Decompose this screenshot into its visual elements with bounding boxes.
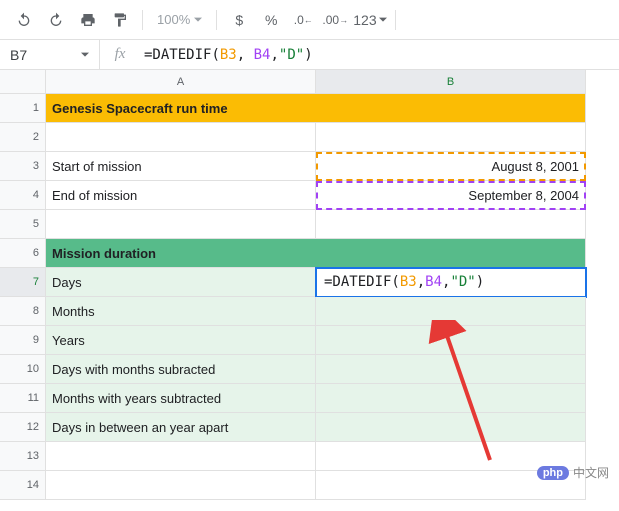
row-header[interactable]: 12 [0,413,46,442]
watermark: php 中文网 [537,464,609,481]
cell-A4[interactable]: End of mission [46,181,316,210]
name-box[interactable]: B7 [0,40,100,69]
row-header[interactable]: 1 [0,94,46,123]
toolbar-divider [395,10,396,30]
toolbar-divider [142,10,143,30]
zoom-dropdown[interactable]: 100% [151,12,208,27]
fx-icon: fx [100,46,140,63]
cell-B3[interactable]: August 8, 2001 [316,152,586,181]
cell-A7[interactable]: Days [46,268,316,297]
cell-B5[interactable] [316,210,586,239]
cell-A13[interactable] [46,442,316,471]
row-header[interactable]: 11 [0,384,46,413]
row-header[interactable]: 2 [0,123,46,152]
decrease-decimal-button[interactable]: .0← [289,6,317,34]
chevron-down-icon [379,16,387,24]
zoom-value: 100% [157,12,190,27]
chevron-down-icon [81,51,89,59]
paint-format-button[interactable] [106,6,134,34]
cell-B2[interactable] [316,123,586,152]
cell-A8[interactable]: Months [46,297,316,326]
cell-B12[interactable] [316,413,586,442]
cell-A6[interactable]: Mission duration [46,239,586,268]
col-header-B[interactable]: B [316,70,586,94]
undo-button[interactable] [10,6,38,34]
cell-B11[interactable] [316,384,586,413]
row-header[interactable]: 5 [0,210,46,239]
cell-A3[interactable]: Start of mission [46,152,316,181]
cell-B7[interactable]: ? =DATEDIF(B3, B4,"D") [316,268,586,297]
row-header[interactable]: 7 [0,268,46,297]
active-cell-ref: B7 [10,47,27,63]
row-header[interactable]: 8 [0,297,46,326]
row-header[interactable]: 14 [0,471,46,500]
row-header[interactable]: 13 [0,442,46,471]
formula-bar: B7 fx =DATEDIF(B3, B4,"D") [0,40,619,70]
row-header[interactable]: 3 [0,152,46,181]
cell-A14[interactable] [46,471,316,500]
cell-B8[interactable] [316,297,586,326]
cell-B4[interactable]: September 8, 2004 [316,181,586,210]
row-header[interactable]: 9 [0,326,46,355]
redo-button[interactable] [42,6,70,34]
cell-A11[interactable]: Months with years subtracted [46,384,316,413]
cell-A9[interactable]: Years [46,326,316,355]
col-header-A[interactable]: A [46,70,316,94]
cell-A10[interactable]: Days with months subracted [46,355,316,384]
cell-A2[interactable] [46,123,316,152]
row-header[interactable]: 10 [0,355,46,384]
print-button[interactable] [74,6,102,34]
spreadsheet-grid[interactable]: A B 1 Genesis Spacecraft run time 2 3 St… [0,70,619,500]
select-all-corner[interactable] [0,70,46,94]
row-header[interactable]: 6 [0,239,46,268]
row-header[interactable]: 4 [0,181,46,210]
format-percent-button[interactable]: % [257,6,285,34]
cell-A1[interactable]: Genesis Spacecraft run time [46,94,586,123]
cell-A5[interactable] [46,210,316,239]
formula-input[interactable]: =DATEDIF(B3, B4,"D") [140,47,619,63]
cell-B9[interactable] [316,326,586,355]
format-currency-button[interactable]: $ [225,6,253,34]
cell-A12[interactable]: Days in between an year apart [46,413,316,442]
toolbar: 100% $ % .0← .00→ 123 [0,0,619,40]
cell-B10[interactable] [316,355,586,384]
more-formats-button[interactable]: 123 [353,6,386,34]
increase-decimal-button[interactable]: .00→ [321,6,349,34]
chevron-down-icon [194,16,202,24]
toolbar-divider [216,10,217,30]
